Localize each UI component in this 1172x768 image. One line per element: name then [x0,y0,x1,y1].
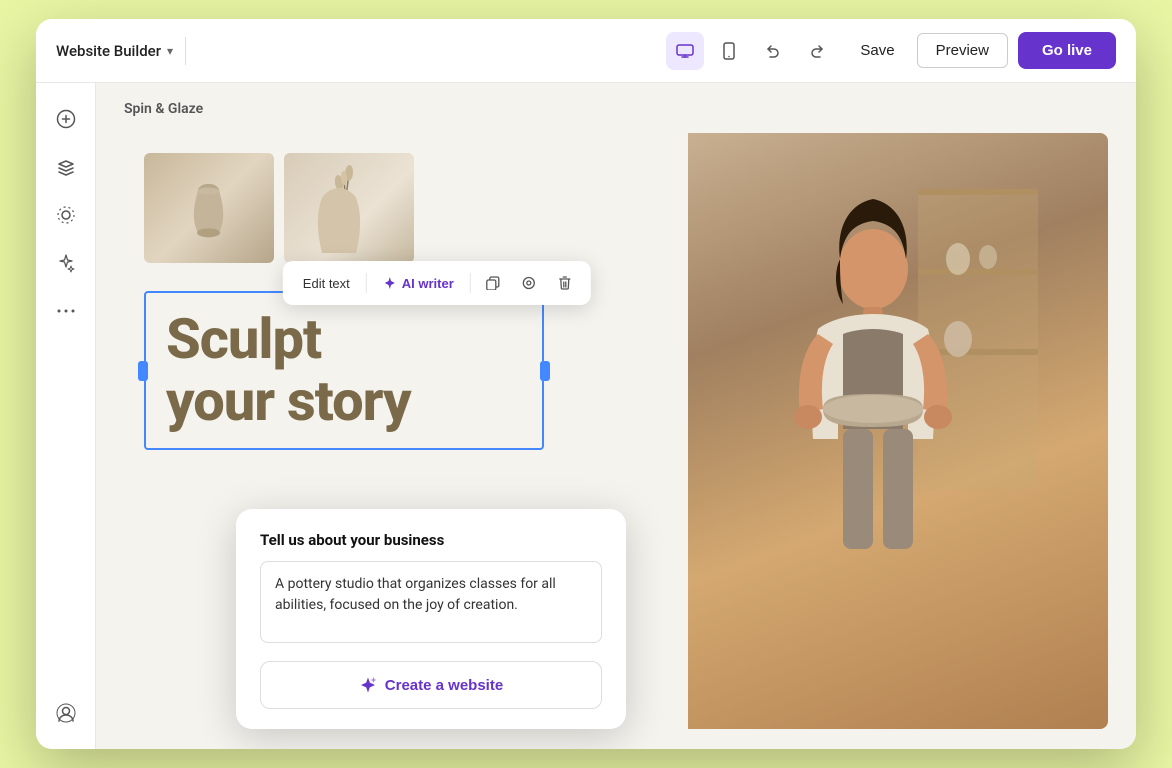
edit-text-btn[interactable]: Edit text [293,270,360,297]
pottery-thumb-1 [144,153,274,263]
text-selection-box[interactable]: Sculpt your story [144,291,544,450]
topbar: Website Builder ▾ [36,19,1136,83]
undo-btn[interactable] [754,32,792,70]
create-website-btn[interactable]: Create a website [260,661,602,709]
resize-handle-left[interactable] [138,361,148,381]
resize-handle-right[interactable] [540,361,550,381]
sidebar-layers[interactable] [46,147,86,187]
topbar-left: Website Builder ▾ [56,37,654,65]
ai-textarea[interactable] [260,561,602,643]
create-sparkle-icon [359,676,377,694]
toolbar-divider-1 [366,273,367,293]
golive-button[interactable]: Go live [1018,32,1116,69]
preview-btn[interactable] [513,267,545,299]
sidebar-design[interactable] [46,195,86,235]
save-button[interactable]: Save [848,34,906,67]
mobile-view-btn[interactable] [710,32,748,70]
browser-window: Website Builder ▾ [36,19,1136,749]
image-row [144,153,668,263]
pottery-thumb-2 [284,153,414,263]
create-website-label: Create a website [385,677,503,694]
ai-writer-btn[interactable]: AI writer [373,270,464,297]
copy-btn[interactable] [477,267,509,299]
canvas-area: Spin & Glaze [96,83,1136,749]
chevron-icon: ▾ [167,44,173,58]
desktop-view-btn[interactable] [666,32,704,70]
sidebar-ai[interactable] [46,243,86,283]
main-area: Spin & Glaze [36,83,1136,749]
site-label: Spin & Glaze [124,101,203,117]
site-right [688,133,1108,729]
preview-button[interactable]: Preview [917,33,1008,68]
sidebar-add-element[interactable] [46,99,86,139]
topbar-divider [185,37,186,65]
ai-card-title: Tell us about your business [260,531,602,549]
topbar-center [666,32,836,70]
redo-btn[interactable] [798,32,836,70]
toolbar-divider-2 [470,273,471,293]
brand-title: Website Builder [56,42,161,60]
ai-card: Tell us about your business Create a web… [236,509,626,729]
ai-writer-label: AI writer [402,276,454,291]
pottery-photo [688,133,1108,729]
sparkle-icon [383,276,397,290]
sidebar [36,83,96,749]
hero-text: Sculpt your story [166,309,522,432]
sidebar-more[interactable] [46,291,86,331]
topbar-right: Save Preview Go live [848,32,1116,69]
floating-toolbar: Edit text AI writer [283,261,591,305]
delete-btn[interactable] [549,267,581,299]
sidebar-account[interactable] [46,693,86,733]
